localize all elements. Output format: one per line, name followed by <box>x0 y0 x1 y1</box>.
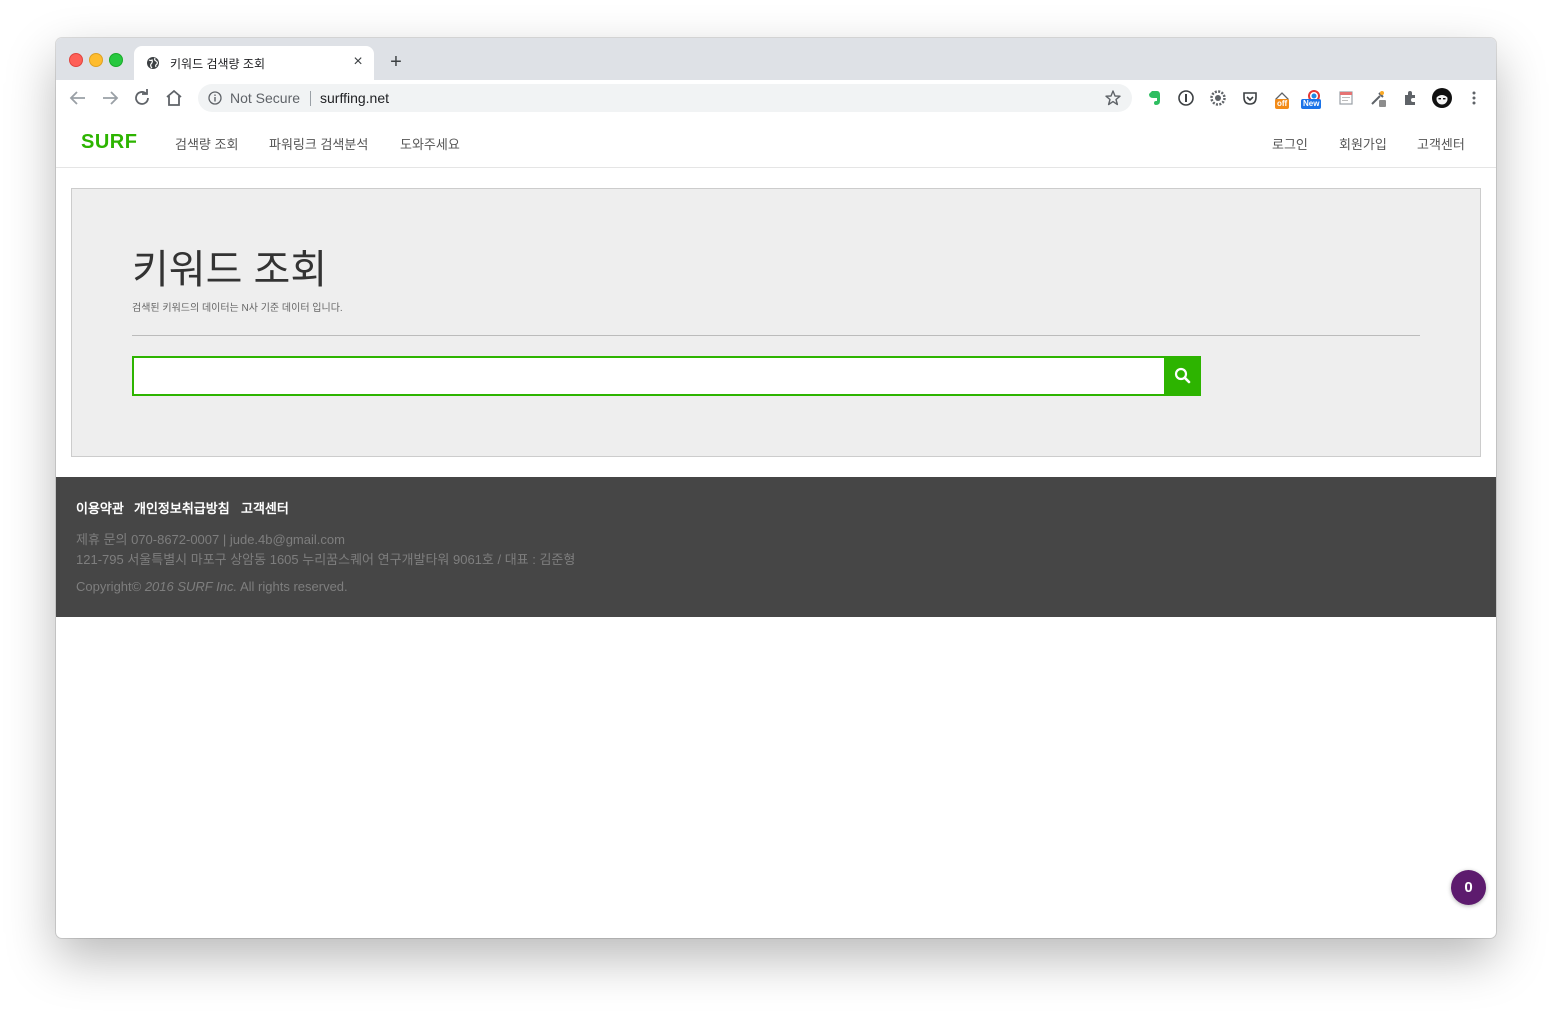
site-footer: 이용약관 개인정보취급방침 고객센터 제휴 문의 070-8672-0007 |… <box>56 477 1496 617</box>
copyright-company: 2016 SURF Inc. <box>144 579 238 594</box>
floating-chat-badge[interactable]: 0 <box>1451 870 1486 905</box>
browser-toolbar: Not Secure surffing.net off New <box>56 80 1496 118</box>
extension-off-icon[interactable]: off <box>1273 89 1291 109</box>
star-icon[interactable] <box>1104 89 1122 107</box>
page-subtitle: 검색된 키워드의 데이터는 N사 기준 데이터 입니다. <box>132 303 343 314</box>
browser-window: 키워드 검색량 조회 × + Not Secure surffing.net o… <box>56 38 1496 938</box>
tab-title: 키워드 검색량 조회 <box>170 57 265 71</box>
calendar-extension-icon[interactable] <box>1337 89 1355 107</box>
plus-icon[interactable]: + <box>384 50 408 74</box>
nav-signup[interactable]: 회원가입 <box>1339 134 1387 153</box>
security-label[interactable]: Not Secure <box>230 90 300 106</box>
profile-avatar-icon[interactable] <box>1432 88 1452 108</box>
nav-keyword-search[interactable]: 검색량 조회 <box>175 134 238 153</box>
footer-privacy-link[interactable]: 개인정보취급방침 <box>134 498 230 517</box>
evernote-icon[interactable] <box>1145 89 1163 107</box>
close-window-button[interactable] <box>69 53 83 67</box>
back-icon[interactable] <box>66 86 90 110</box>
extension-new-icon[interactable]: New <box>1301 89 1323 109</box>
home-icon[interactable] <box>162 86 186 110</box>
nav-customer-center[interactable]: 고객센터 <box>1417 134 1465 153</box>
address-bar[interactable]: Not Secure surffing.net <box>198 84 1132 112</box>
info-icon[interactable] <box>208 91 222 105</box>
url-text[interactable]: surffing.net <box>320 90 389 106</box>
onepassword-icon[interactable] <box>1177 89 1195 107</box>
footer-address: 121-795 서울특별시 마포구 상암동 1605 누리꿈스퀘어 연구개발타워… <box>76 552 576 567</box>
close-icon[interactable]: × <box>348 52 368 72</box>
footer-terms-link[interactable]: 이용약관 <box>76 498 124 517</box>
gear-extension-icon[interactable] <box>1209 89 1227 107</box>
active-tab[interactable]: 키워드 검색량 조회 × <box>134 46 374 80</box>
new-badge: New <box>1301 99 1322 109</box>
omnibox-divider <box>310 91 311 106</box>
divider <box>132 335 1420 336</box>
footer-contact: 제휴 문의 070-8672-0007 | jude.4b@gmail.com <box>76 532 345 547</box>
nav-powerlink-analysis[interactable]: 파워링크 검색분석 <box>269 134 368 153</box>
globe-icon <box>147 57 159 69</box>
copyright-prefix: Copyright© <box>76 579 145 594</box>
puzzle-icon[interactable] <box>1401 89 1419 107</box>
page-title: 키워드 조회 <box>132 248 328 292</box>
nav-help[interactable]: 도와주세요 <box>400 134 460 153</box>
zoom-window-button[interactable] <box>109 53 123 67</box>
nav-login[interactable]: 로그인 <box>1272 134 1308 153</box>
minimize-window-button[interactable] <box>89 53 103 67</box>
search-button[interactable] <box>1164 356 1201 396</box>
site-logo[interactable]: SURF <box>81 131 137 154</box>
search-icon <box>1174 367 1191 384</box>
keyword-search-panel: 키워드 조회 검색된 키워드의 데이터는 N사 기준 데이터 입니다. <box>71 188 1481 457</box>
off-badge: off <box>1275 99 1290 109</box>
footer-support-link[interactable]: 고객센터 <box>241 498 289 517</box>
footer-copyright: Copyright© 2016 SURF Inc. All rights res… <box>76 579 348 594</box>
pocket-icon[interactable] <box>1241 89 1259 107</box>
tab-strip: 키워드 검색량 조회 × + <box>56 38 1496 80</box>
copyright-suffix: All rights reserved. <box>237 579 348 594</box>
keyword-search-input[interactable] <box>132 356 1178 396</box>
eyedropper-icon[interactable] <box>1369 89 1387 107</box>
forward-icon[interactable] <box>98 86 122 110</box>
site-navbar: SURF 검색량 조회 파워링크 검색분석 도와주세요 로그인 회원가입 고객센… <box>56 117 1496 168</box>
reload-icon[interactable] <box>130 86 154 110</box>
more-menu-icon[interactable] <box>1465 89 1483 107</box>
